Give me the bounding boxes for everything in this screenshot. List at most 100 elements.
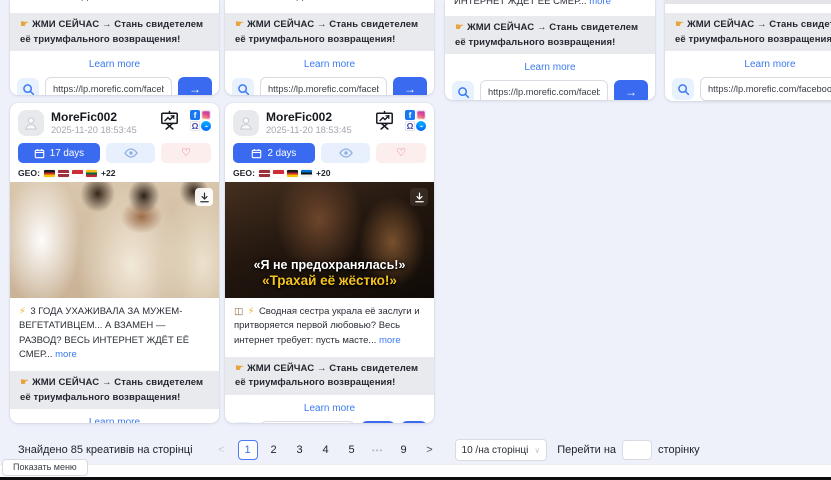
page-1[interactable]: 1 [238,440,258,460]
pointing-finger-icon: ☛ [20,377,29,388]
open-url-button[interactable]: → [178,77,212,95]
geo-label: GEO: [18,168,40,178]
lightning-icon: ⚡ [19,306,26,317]
search-icon[interactable] [232,422,254,423]
landing-url-input[interactable] [260,421,355,423]
learn-more-link[interactable]: Learn more [665,51,831,77]
creative-description: ◫ ⚡ Сводная сестра украла её заслуги и п… [225,298,434,354]
days-active-button[interactable]: 2 days [233,143,315,163]
geo-row: GEO: +20 [233,168,426,178]
creative-datetime: 2025-11-20 18:53:45 [266,125,352,135]
url-row [665,77,831,101]
avatar [233,110,259,136]
open-url-button[interactable]: → [361,421,395,423]
days-active-button[interactable]: 17 days [18,143,100,163]
cta-text: ЖМИ СЕЙЧАС → Стань свидетелем её триумфа… [235,363,418,389]
goto-page-input[interactable] [622,440,652,460]
goto-prefix: Перейти на [557,444,616,456]
page-4[interactable]: 4 [316,440,336,460]
messenger-icon [201,121,211,131]
geo-label: GEO: [233,168,255,178]
prev-page-icon[interactable]: < [212,440,232,460]
search-icon[interactable] [672,78,694,100]
instagram-icon [201,110,211,120]
more-link[interactable]: more [379,335,401,346]
geo-extra-count: +20 [316,168,331,178]
open-url-button[interactable]: → [614,80,648,100]
chevron-down-icon: ∨ [534,446,540,455]
profile-row: MoreFic002 2025-11-20 18:53:45 f Ω [225,103,434,140]
page-last[interactable]: 9 [394,440,414,460]
page-5[interactable]: 5 [342,440,362,460]
preview-eye-button[interactable] [321,143,371,163]
download-creative-button[interactable] [401,421,427,423]
landing-url-input[interactable] [260,77,387,95]
avatar [18,110,44,136]
page-2[interactable]: 2 [264,440,284,460]
creative-image[interactable]: «Я не предохранялась!» «Трахай её жёстко… [225,182,434,298]
image-overlay-text: «Я не предохранялась!» «Трахай её жёстко… [225,258,434,288]
search-icon[interactable] [232,78,254,95]
flag-mc-icon [72,170,83,177]
audience-network-icon: Ω [190,121,200,131]
bottom-black-bar [0,477,831,480]
page-size-select[interactable]: 10 /на сторінці ∨ [455,439,548,461]
calendar-icon [251,148,262,159]
flag-ee-icon [301,170,312,177]
open-url-button[interactable]: → [393,77,427,95]
flag-lv-icon [58,170,69,177]
favorite-heart-button[interactable]: ♡ [161,143,211,163]
creative-card-partial-4: ☛ЖМИ СЕЙЧАС → Стань свидетелем её триумф… [665,0,831,101]
flag-lv-icon [259,170,270,177]
creative-card-1: MoreFic002 2025-11-20 18:53:45 f Ω [10,103,219,423]
cta-header: ☛ЖМИ СЕЙЧАС → Стань свидетелем её триумф… [445,16,655,54]
download-image-button[interactable] [195,188,213,206]
show-menu-button[interactable]: Показать меню [2,459,88,476]
learn-more-link[interactable]: Learn more [225,51,434,77]
clipped-description-line: ИНТЕРНЕТ ЖДЁТ ЕЁ СМЕР... more [445,0,655,9]
landing-url-input[interactable] [480,80,608,100]
book-icon: ◫ [234,306,243,317]
cta-text: ЖМИ СЕЙЧАС → Стань свидетелем её триумфа… [675,19,831,45]
card-actions: 2 days ♡ [233,143,426,163]
pages-ellipsis: ••• [368,440,388,460]
arrow-right-icon: → [189,82,201,95]
clipped-text-sliver: ИНТЕРНЕТ ЖДЁТ ЕЁ СМЕР... more [225,0,434,3]
geo-flags [44,170,97,177]
preview-eye-button[interactable] [106,143,156,163]
landing-url-input[interactable] [700,77,831,101]
flag-mc-icon [273,170,284,177]
flag-de-icon [287,170,298,177]
search-icon[interactable] [17,78,39,95]
download-image-button[interactable] [410,188,428,206]
bottom-scroll-track[interactable] [0,464,831,477]
more-link[interactable]: more [589,0,611,7]
download-icon [199,192,210,203]
pointing-finger-icon: ☛ [20,19,29,30]
learn-more-link[interactable]: Learn more [10,51,219,77]
search-icon[interactable] [452,81,474,100]
creative-card-2: MoreFic002 2025-11-20 18:53:45 f Ω [225,103,434,423]
landing-url-input[interactable] [45,77,172,95]
favorite-heart-button[interactable]: ♡ [376,143,426,163]
presentation-board-icon [159,110,180,131]
learn-more-link[interactable]: Learn more [10,409,219,423]
creative-image[interactable] [10,182,219,298]
download-icon [414,192,425,203]
goto-suffix: сторінку [658,444,700,456]
next-page-icon[interactable]: > [420,440,440,460]
clipped-image-sliver [665,0,831,4]
arrow-right-icon: → [625,85,637,99]
more-link[interactable]: more [55,349,77,360]
cta-header: ☛ЖМИ СЕЙЧАС → Стань свидетелем её триумф… [225,13,434,51]
arrow-right-icon: → [404,82,416,95]
page-3[interactable]: 3 [290,440,310,460]
learn-more-link[interactable]: Learn more [445,54,655,80]
cta-text: ЖМИ СЕЙЧАС → Стань свидетелем её триумфа… [455,22,638,48]
learn-more-link[interactable]: Learn more [225,395,434,421]
geo-extra-count: +22 [101,168,116,178]
goto-page: Перейти на сторінку [557,440,699,460]
cta-text: ЖМИ СЕЙЧАС → Стань свидетелем её триумфа… [20,19,203,45]
creative-datetime: 2025-11-20 18:53:45 [51,125,137,135]
url-row: → [10,77,219,95]
